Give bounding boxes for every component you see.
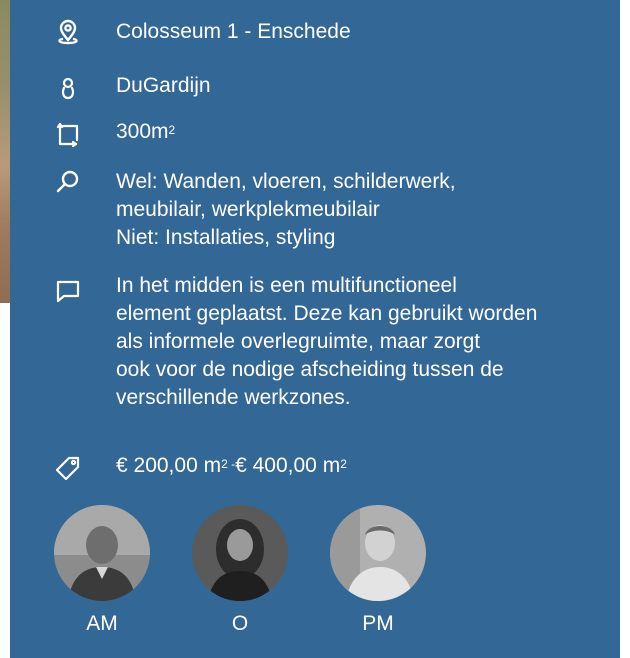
team-member[interactable]: O: [190, 505, 290, 637]
avatar: [330, 505, 426, 601]
area-unit-sup: 2: [168, 123, 176, 137]
scope-text: Wel: Wanden, vloeren, schilderwerk, meub…: [116, 168, 606, 252]
comment-icon: [52, 274, 84, 306]
scope-line: Wel: Wanden, vloeren, schilderwerk,: [116, 170, 456, 193]
team-member[interactable]: PM: [328, 505, 428, 637]
price-separator: -: [227, 457, 236, 471]
price-from-sup: 2: [221, 457, 228, 471]
description-line: element geplaatst. Deze kan gebruikt wor…: [116, 302, 538, 325]
price-to-sup: 2: [340, 457, 347, 471]
page-margin: [620, 0, 630, 658]
search-icon: [52, 166, 84, 198]
client-text: DuGardijn: [116, 74, 211, 97]
description-line: ook voor de nodige afscheiding tussen de: [116, 358, 504, 381]
location-text: Colosseum 1 - Enschede: [116, 20, 351, 43]
description-line: verschillende werkzones.: [116, 386, 351, 409]
scope-line: meubilair, werkplekmeubilair: [116, 198, 380, 221]
team-list: AM O PM: [10, 505, 620, 645]
project-info-panel: Colosseum 1 - Enschede DuGardijn 300m2 W…: [10, 0, 620, 658]
location-icon: [52, 16, 84, 48]
team-member[interactable]: AM: [52, 505, 152, 637]
avatar: [54, 505, 150, 601]
area-icon: [52, 118, 84, 150]
team-member-initials: AM: [86, 612, 118, 635]
avatar: [192, 505, 288, 601]
price-range: € 200,00 m2 -€ 400,00 m2: [116, 452, 606, 480]
description-line: In het midden is een multifunctioneel: [116, 274, 457, 297]
project-photo-edge: [0, 0, 10, 303]
price-to: € 400,00 m: [235, 454, 341, 477]
description-line: als informele overlegruimte, maar zorgt: [116, 330, 481, 353]
price-from: € 200,00 m: [116, 454, 222, 477]
team-member-initials: PM: [362, 612, 394, 635]
area-value: 300m: [116, 120, 169, 143]
scope-line: Niet: Installaties, styling: [116, 226, 336, 249]
area-text: 300m2: [116, 118, 606, 146]
team-member-initials: O: [231, 612, 249, 635]
price-tag-icon: [52, 452, 84, 484]
description-text: In het midden is een multifunctioneel el…: [116, 272, 606, 412]
person-icon: [52, 72, 84, 104]
